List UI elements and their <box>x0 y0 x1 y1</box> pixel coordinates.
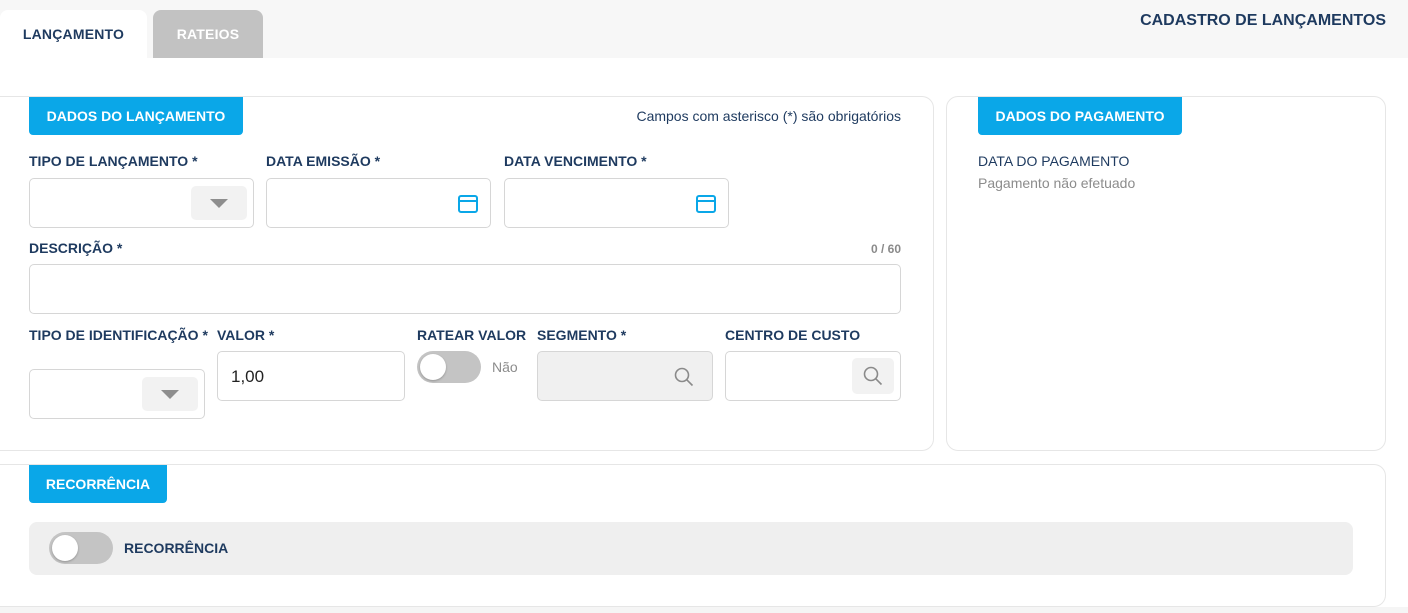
bottom-strip <box>0 607 1408 613</box>
valor-value: 1,00 <box>231 367 265 386</box>
dados-pagamento-header: DADOS DO PAGAMENTO <box>978 97 1182 135</box>
tipo-identificacao-select[interactable] <box>29 369 205 419</box>
data-vencimento-input[interactable] <box>504 178 729 228</box>
valor-input[interactable]: 1,00 <box>217 351 405 401</box>
recorrencia-toggle[interactable] <box>49 532 113 564</box>
ratear-valor-toggle[interactable] <box>417 351 481 383</box>
descricao-char-counter: 0 / 60 <box>870 242 901 256</box>
calendar-icon[interactable] <box>458 194 478 213</box>
dados-lancamento-header: DADOS DO LANÇAMENTO <box>29 97 243 135</box>
centro-custo-label: CENTRO DE CUSTO <box>725 327 861 343</box>
data-emissao-label: DATA EMISSÃO * <box>266 153 381 169</box>
chevron-down-icon <box>210 198 228 208</box>
data-vencimento-label: DATA VENCIMENTO * <box>504 153 647 169</box>
data-emissao-input[interactable] <box>266 178 491 228</box>
ratear-valor-label: RATEAR VALOR <box>417 327 527 343</box>
page-title: CADASTRO DE LANÇAMENTOS <box>1140 12 1386 29</box>
toggle-knob <box>52 535 78 561</box>
tab-rateios[interactable]: RATEIOS <box>153 10 263 58</box>
tipo-lancamento-label: TIPO DE LANÇAMENTO * <box>29 153 198 169</box>
recorrencia-toggle-label: RECORRÊNCIA <box>124 540 229 556</box>
dropdown-button[interactable] <box>191 186 247 220</box>
data-pagamento-value: Pagamento não efetuado <box>978 175 1136 191</box>
dados-pagamento-card <box>946 96 1386 451</box>
chevron-down-icon <box>161 389 179 399</box>
valor-label: VALOR * <box>217 327 275 343</box>
search-button[interactable] <box>852 358 894 394</box>
tab-lancamento[interactable]: LANÇAMENTO <box>0 10 147 58</box>
data-pagamento-label: DATA DO PAGAMENTO <box>978 153 1130 169</box>
calendar-icon[interactable] <box>696 194 716 213</box>
dropdown-button[interactable] <box>142 377 198 411</box>
ratear-valor-state: Não <box>492 359 518 375</box>
tipo-lancamento-select[interactable] <box>29 178 254 228</box>
descricao-label: DESCRIÇÃO * <box>29 240 123 256</box>
toggle-knob <box>420 354 446 380</box>
required-fields-note: Campos com asterisco (*) são obrigatório… <box>636 108 901 124</box>
descricao-input[interactable] <box>29 264 901 314</box>
tipo-identificacao-label: TIPO DE IDENTIFICAÇÃO * <box>29 327 208 343</box>
search-icon <box>863 366 883 386</box>
segmento-input[interactable] <box>537 351 713 401</box>
search-icon[interactable] <box>674 367 694 387</box>
centro-custo-input[interactable] <box>725 351 901 401</box>
segmento-label: SEGMENTO * <box>537 327 627 343</box>
recorrencia-header: RECORRÊNCIA <box>29 465 167 503</box>
